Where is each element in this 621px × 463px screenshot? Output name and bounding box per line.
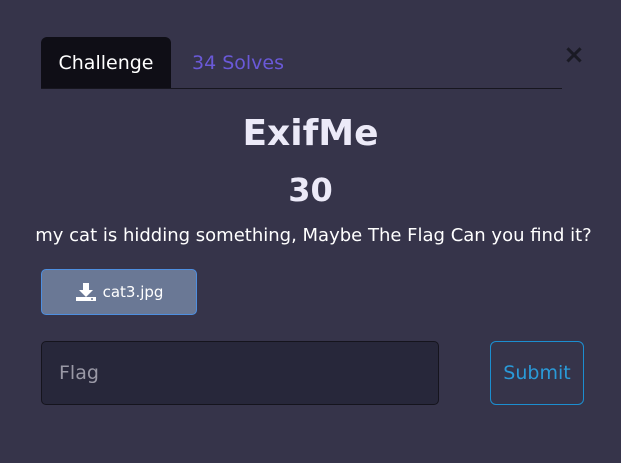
tab-challenge-label: Challenge: [58, 51, 154, 74]
close-icon: ×: [563, 40, 585, 70]
tab-solves[interactable]: 34 Solves: [171, 37, 305, 88]
challenge-modal: × Challenge 34 Solves ExifMe 30 my cat i…: [0, 0, 621, 463]
challenge-description: my cat is hidding something, Maybe The F…: [35, 225, 592, 246]
tab-bar: Challenge 34 Solves: [41, 37, 562, 89]
challenge-title: ExifMe: [242, 113, 379, 154]
tab-challenge[interactable]: Challenge: [41, 37, 171, 88]
tab-solves-label: 34 Solves: [192, 51, 285, 74]
download-icon: [75, 283, 96, 301]
submit-button[interactable]: Submit: [490, 341, 584, 405]
flag-input[interactable]: [41, 341, 439, 405]
file-download-button[interactable]: cat3.jpg: [41, 269, 197, 315]
challenge-points: 30: [288, 171, 333, 209]
close-button[interactable]: ×: [563, 42, 585, 68]
file-name: cat3.jpg: [102, 283, 164, 301]
